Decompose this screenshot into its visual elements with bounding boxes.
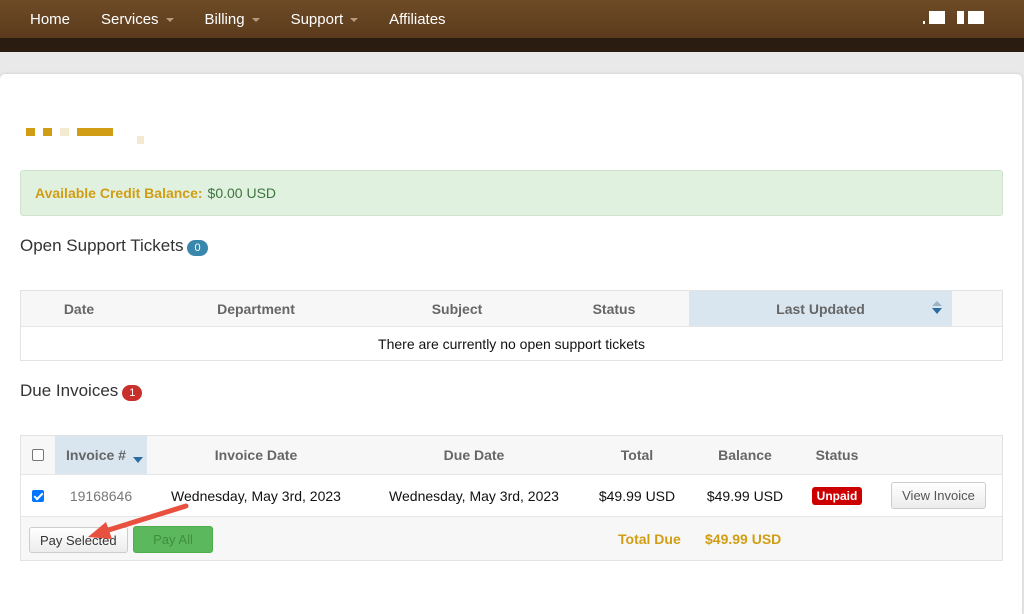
col-total[interactable]: Total [583,436,691,474]
status-badge: Unpaid [811,486,863,505]
total-due-value: $49.99 USD [705,531,782,547]
col-balance[interactable]: Balance [691,436,799,474]
invoices-heading: Due Invoices 1 [20,381,143,401]
col-status[interactable]: Status [799,436,875,474]
account-menu[interactable] [923,11,984,24]
chevron-down-icon [350,18,359,22]
invoices-table-header: Invoice # Invoice Date Due Date Total Ba… [21,436,1002,474]
nav-support[interactable]: Support [291,11,359,28]
due-date: Wednesday, May 3rd, 2023 [389,487,559,504]
nav-billing[interactable]: Billing [205,11,260,28]
logout-icon [968,11,984,24]
tickets-empty-row: There are currently no open support tick… [21,326,1002,360]
select-all-checkbox[interactable] [32,449,44,461]
credit-balance-alert: Available Credit Balance: $0.00 USD [20,170,1003,216]
invoice-balance: $49.99 USD [706,487,784,504]
invoice-checkbox[interactable] [32,489,44,502]
nav-affiliates[interactable]: Affiliates [389,11,445,28]
tickets-count-badge: 0 [187,239,208,256]
credit-value: $0.00 USD [207,185,277,201]
invoice-total: $49.99 USD [598,487,676,504]
sort-icon [133,455,143,463]
tickets-table: Date Department Subject Status Last Upda… [20,290,1003,361]
logo [26,120,144,144]
col-subject[interactable]: Subject [375,291,539,326]
tickets-heading: Open Support Tickets 0 [20,236,208,256]
credit-label: Available Credit Balance: [35,185,203,201]
invoices-count-badge: 1 [122,384,143,401]
col-date[interactable]: Date [21,291,137,326]
col-due-date[interactable]: Due Date [365,436,583,474]
col-invoice-number[interactable]: Invoice # [55,436,147,474]
col-invoice-date[interactable]: Invoice Date [147,436,365,474]
col-status[interactable]: Status [539,291,689,326]
account-icon [929,11,945,24]
view-invoice-button[interactable]: View Invoice [891,482,986,509]
top-nav: Home Services Billing Support Affiliates [0,0,1024,38]
col-department[interactable]: Department [137,291,375,326]
annotation-arrow-icon [88,503,189,539]
tickets-table-header: Date Department Subject Status Last Upda… [21,291,1002,326]
nav-services[interactable]: Services [101,11,174,28]
header-strip [0,38,1024,52]
nav-home[interactable]: Home [30,11,70,28]
col-last-updated[interactable]: Last Updated [689,291,952,326]
chevron-down-icon [251,18,260,22]
total-due-label: Total Due [618,531,681,547]
chevron-down-icon [165,18,174,22]
sort-icon [932,301,942,314]
